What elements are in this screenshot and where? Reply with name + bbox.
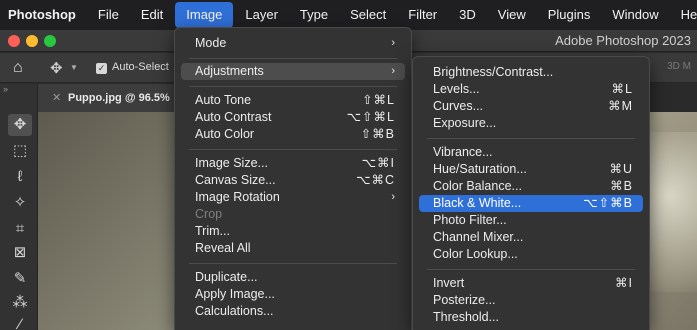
adjustments-submenu: Brightness/Contrast... Levels... ⌘L Curve… [412, 56, 650, 330]
menu-item-auto-tone[interactable]: Auto Tone ⇧⌘L [181, 92, 405, 109]
menu-item-threshold[interactable]: Threshold... [419, 309, 643, 326]
menu-image[interactable]: Image [175, 2, 234, 28]
menu-item-brightness-contrast[interactable]: Brightness/Contrast... [419, 64, 643, 81]
menu-item-apply-image[interactable]: Apply Image... [181, 286, 405, 303]
menu-item-levels[interactable]: Levels... ⌘L [419, 81, 643, 98]
magic-wand-tool-icon[interactable]: ✧ [8, 192, 32, 214]
menu-item-invert[interactable]: Invert ⌘I [419, 275, 643, 292]
menu-item-photo-filter[interactable]: Photo Filter... [419, 212, 643, 229]
menu-plugins[interactable]: Plugins [537, 0, 602, 30]
document-tab[interactable]: ✕ Puppo.jpg @ 96.5% [38, 84, 188, 112]
menu-separator [189, 263, 397, 264]
menu-help[interactable]: Help [670, 0, 697, 30]
chevron-right-icon: › [391, 65, 395, 77]
menu-item-auto-color[interactable]: Auto Color ⇧⌘B [181, 126, 405, 143]
menu-view[interactable]: View [487, 0, 537, 30]
menu-separator [189, 58, 397, 59]
eyedropper-tool-icon[interactable]: ✎ [8, 268, 32, 290]
window-title: Adobe Photoshop 2023 [555, 33, 691, 48]
menu-select[interactable]: Select [339, 0, 397, 30]
image-menu: Mode › Adjustments › Auto Tone ⇧⌘L Auto Con… [174, 27, 412, 330]
menu-item-auto-contrast[interactable]: Auto Contrast ⌥⇧⌘L [181, 109, 405, 126]
menu-item-curves[interactable]: Curves... ⌘M [419, 98, 643, 115]
minimize-window-button[interactable] [26, 35, 38, 47]
menu-item-exposure[interactable]: Exposure... [419, 115, 643, 132]
document-tab-title: Puppo.jpg @ 96.5% [68, 92, 170, 104]
menu-type[interactable]: Type [289, 0, 339, 30]
brush-tool-icon[interactable]: ∕ [8, 314, 32, 330]
3d-mode-label: 3D M [667, 61, 691, 72]
menu-item-duplicate[interactable]: Duplicate... [181, 269, 405, 286]
crop-tool-icon[interactable]: ⌗ [8, 218, 32, 240]
menu-3d[interactable]: 3D [448, 0, 487, 30]
menu-item-mode[interactable]: Mode › [181, 35, 405, 52]
menu-edit[interactable]: Edit [130, 0, 174, 30]
menu-item-crop: Crop [195, 207, 223, 221]
tools-panel: » ✥ ⬚ ℓ ✧ ⌗ ⊠ ✎ ⁂ ∕ [0, 84, 38, 330]
frame-tool-icon[interactable]: ⊠ [8, 242, 32, 264]
auto-select-label: Auto-Select [112, 61, 169, 73]
menu-item-calculations[interactable]: Calculations... [181, 303, 405, 320]
healing-brush-tool-icon[interactable]: ⁂ [8, 292, 32, 314]
menu-item-trim[interactable]: Trim... [181, 223, 405, 240]
menu-item-image-rotation[interactable]: Image Rotation › [181, 189, 405, 206]
menu-item-canvas-size[interactable]: Canvas Size... ⌥⌘C [181, 172, 405, 189]
menu-item-channel-mixer[interactable]: Channel Mixer... [419, 229, 643, 246]
move-tool-icon[interactable]: ✥ [50, 59, 63, 77]
close-tab-icon[interactable]: ✕ [52, 91, 61, 104]
menu-window[interactable]: Window [601, 0, 669, 30]
menu-separator [427, 269, 635, 270]
menu-file[interactable]: File [87, 0, 130, 30]
menu-item-reveal-all[interactable]: Reveal All [181, 240, 405, 257]
menu-item-hue-saturation[interactable]: Hue/Saturation... ⌘U [419, 161, 643, 178]
menu-item-black-white[interactable]: Black & White... ⌥⇧⌘B [419, 195, 643, 212]
menu-separator [189, 149, 397, 150]
menu-layer[interactable]: Layer [234, 0, 289, 30]
menu-item-image-size[interactable]: Image Size... ⌥⌘I [181, 155, 405, 172]
chevron-down-icon[interactable]: ▼ [70, 63, 78, 72]
move-tool-icon[interactable]: ✥ [8, 114, 32, 136]
auto-select-checkbox[interactable]: ✓ [96, 63, 107, 74]
marquee-tool-icon[interactable]: ⬚ [8, 140, 32, 162]
home-icon[interactable]: ⌂ [13, 59, 23, 77]
menu-bar: Photoshop File Edit Image Layer Type Sel… [0, 0, 697, 30]
menu-item-vibrance[interactable]: Vibrance... [419, 144, 643, 161]
zoom-window-button[interactable] [44, 35, 56, 47]
menu-separator [427, 138, 635, 139]
lasso-tool-icon[interactable]: ℓ [8, 166, 32, 188]
menu-item-color-balance[interactable]: Color Balance... ⌘B [419, 178, 643, 195]
menu-photoshop[interactable]: Photoshop [0, 0, 87, 30]
menu-item-posterize[interactable]: Posterize... [419, 292, 643, 309]
menu-filter[interactable]: Filter [397, 0, 448, 30]
menu-separator [189, 86, 397, 87]
close-window-button[interactable] [8, 35, 20, 47]
menu-item-adjustments[interactable]: Adjustments › [181, 63, 405, 80]
chevron-right-icon: › [391, 191, 395, 203]
menu-item-color-lookup[interactable]: Color Lookup... [419, 246, 643, 263]
chevron-right-icon: › [391, 37, 395, 49]
collapse-arrow-icon[interactable]: » [3, 84, 8, 94]
